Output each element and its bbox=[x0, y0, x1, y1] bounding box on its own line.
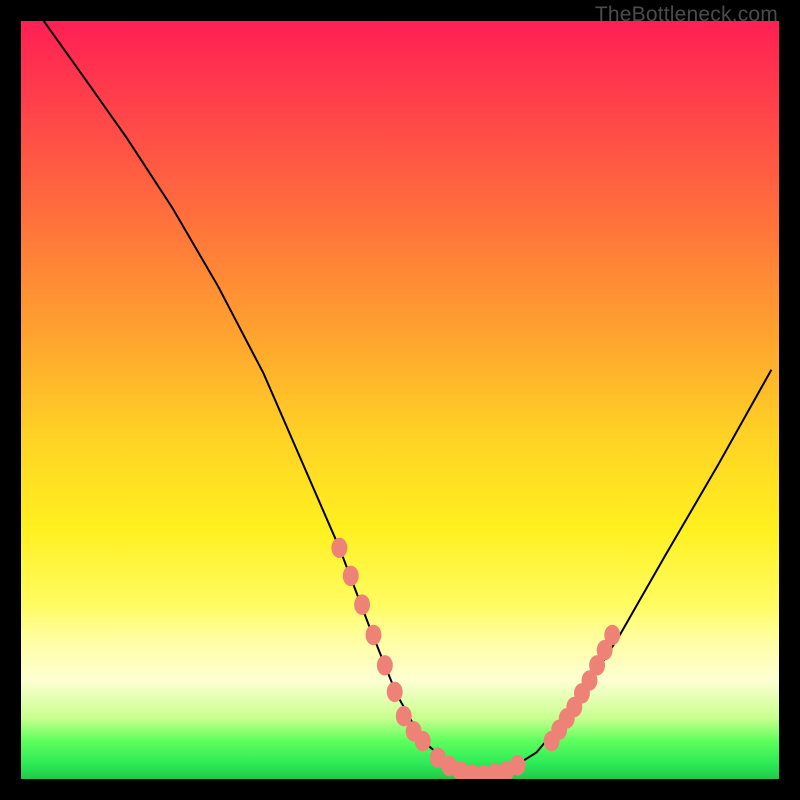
curve-line bbox=[44, 21, 772, 775]
curve-marker bbox=[510, 755, 526, 775]
curve-marker bbox=[343, 566, 359, 586]
curve-marker bbox=[387, 682, 403, 702]
curve-marker bbox=[331, 538, 347, 558]
curve-marker bbox=[415, 731, 431, 751]
curve-marker bbox=[354, 594, 370, 614]
curve-marker bbox=[604, 625, 620, 645]
watermark-text: TheBottleneck.com bbox=[595, 3, 778, 27]
chart-frame: TheBottleneck.com bbox=[0, 0, 800, 800]
curve-marker bbox=[377, 655, 393, 675]
curve-marker bbox=[366, 625, 382, 645]
curve-layer bbox=[21, 21, 779, 779]
plot-area bbox=[21, 21, 779, 779]
curve-markers bbox=[331, 538, 620, 779]
curve-path bbox=[44, 21, 772, 775]
